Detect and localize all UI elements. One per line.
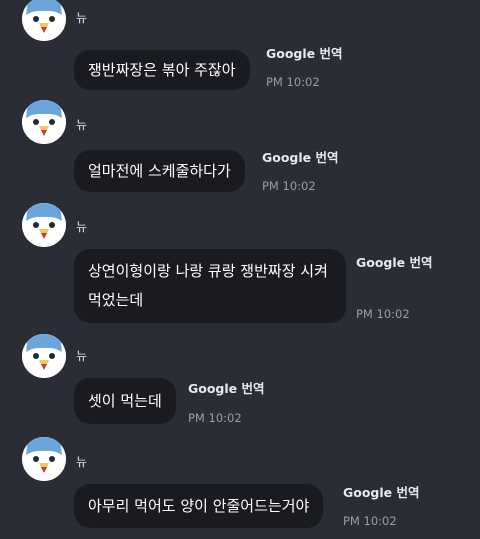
penguin-avatar-icon[interactable] [22,100,66,144]
penguin-avatar-icon[interactable] [22,203,66,247]
message-bubble[interactable]: 셋이 먹는데 [74,378,176,424]
message-bubble[interactable]: 상연이형이랑 나랑 큐랑 쟁반짜장 시켜먹었는데 [74,249,346,323]
google-translate-link[interactable]: Google 번역 [343,485,420,501]
message-timestamp: PM 10:02 [266,75,320,89]
message-timestamp: PM 10:02 [188,411,242,425]
google-translate-link[interactable]: Google 번역 [188,381,265,397]
message-bubble[interactable]: 얼마전에 스케줄하다가 [74,150,245,192]
google-translate-link[interactable]: Google 번역 [266,46,343,62]
sender-name: 뉴 [76,455,88,469]
message-timestamp: PM 10:02 [356,307,410,321]
google-translate-link[interactable]: Google 번역 [356,255,433,271]
sender-name: 뉴 [76,11,88,25]
message-timestamp: PM 10:02 [262,179,316,193]
sender-name: 뉴 [76,220,88,234]
penguin-avatar-icon[interactable] [22,437,66,481]
penguin-avatar-icon[interactable] [22,0,66,41]
message-bubble[interactable]: 쟁반짜장은 볶아 주잖아 [74,50,250,90]
google-translate-link[interactable]: Google 번역 [262,150,339,166]
penguin-avatar-icon[interactable] [22,334,66,378]
message-timestamp: PM 10:02 [343,514,397,528]
sender-name: 뉴 [76,118,88,132]
sender-name: 뉴 [76,349,88,363]
message-bubble[interactable]: 아무리 먹어도 양이 안줄어드는거야 [74,484,324,528]
